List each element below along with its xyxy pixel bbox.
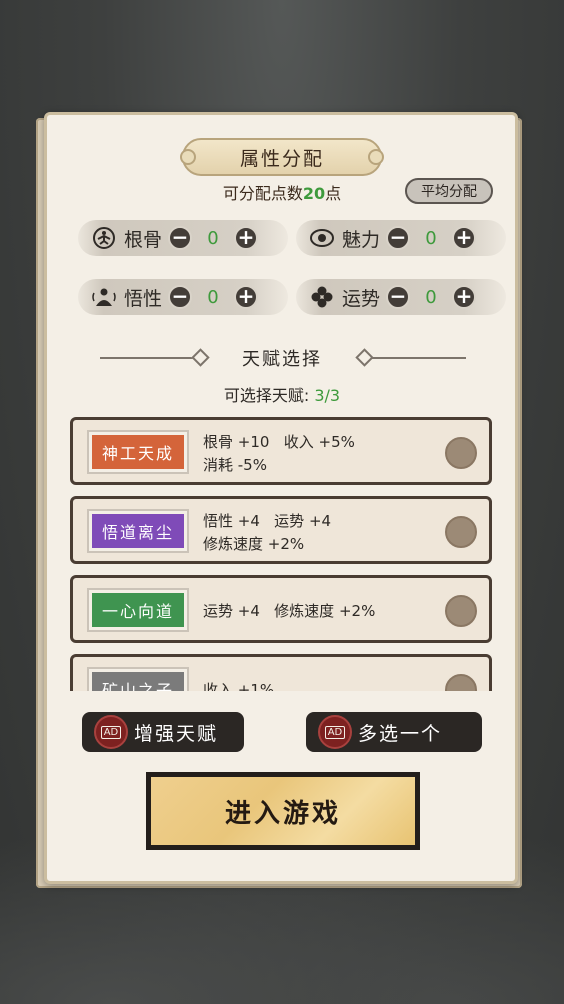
decrease-button[interactable]: − <box>168 285 192 309</box>
divider-right <box>372 357 466 359</box>
increase-button[interactable]: + <box>452 226 476 250</box>
talent-effect-line: 消耗 -5% <box>203 456 267 474</box>
talent-section-title: 天赋选择 <box>242 349 322 370</box>
ad-video-icon: AD <box>94 715 128 749</box>
talent-name-badge: 矿山之子 <box>87 667 189 691</box>
average-distribute-button[interactable]: 平均分配 <box>405 178 493 204</box>
decrease-button[interactable]: − <box>386 285 410 309</box>
stat-value: 0 <box>425 227 437 249</box>
enter-game-label: 进入游戏 <box>151 777 415 845</box>
plaque-knob-right <box>368 149 384 165</box>
eye-icon <box>308 224 336 252</box>
stat-wuxing: 悟性 − 0 + <box>78 279 288 315</box>
extra-pick-ad-button[interactable]: AD 多选一个 <box>306 712 486 752</box>
talent-description: 收入 +1% <box>203 679 433 691</box>
talent-list[interactable]: 神工天成 根骨 +10 收入 +5% 消耗 -5% 悟道离尘 悟性 +4 运势 … <box>70 415 494 691</box>
points-value: 20 <box>302 184 326 203</box>
page-title: 属性分配 <box>239 147 324 170</box>
clover-icon <box>308 283 336 311</box>
talent-count-value: 3/3 <box>314 386 341 405</box>
talent-select-toggle[interactable] <box>445 595 477 627</box>
decrease-button[interactable]: − <box>168 226 192 250</box>
talent-card[interactable]: 矿山之子 收入 +1% <box>70 654 492 691</box>
talent-description: 运势 +4 修炼速度 +2% <box>203 600 433 623</box>
stat-yunshi: 运势 − 0 + <box>296 279 506 315</box>
decrease-button[interactable]: − <box>386 226 410 250</box>
sage-icon <box>90 283 118 311</box>
ad-button-label: 增强天赋 <box>134 722 219 745</box>
talent-effect-line: 运势 +4 修炼速度 +2% <box>203 602 376 620</box>
stat-meili: 魅力 − 0 + <box>296 220 506 256</box>
stat-value: 0 <box>207 286 219 308</box>
talent-select-toggle[interactable] <box>445 674 477 691</box>
stat-label: 运势 <box>342 287 381 310</box>
increase-button[interactable]: + <box>234 226 258 250</box>
talent-description: 根骨 +10 收入 +5% 消耗 -5% <box>203 431 433 477</box>
stat-value: 0 <box>207 227 219 249</box>
stat-gengu: 根骨 − 0 + <box>78 220 288 256</box>
stat-label: 魅力 <box>342 228 381 251</box>
increase-button[interactable]: + <box>452 285 476 309</box>
enter-game-button[interactable]: 进入游戏 <box>146 772 420 850</box>
talent-description: 悟性 +4 运势 +4 修炼速度 +2% <box>203 510 433 556</box>
talent-effect-line: 收入 +1% <box>203 681 275 691</box>
points-prefix: 可分配点数 <box>222 184 303 203</box>
talent-card[interactable]: 神工天成 根骨 +10 收入 +5% 消耗 -5% <box>70 417 492 485</box>
talent-card[interactable]: 一心向道 运势 +4 修炼速度 +2% <box>70 575 492 643</box>
enhance-talent-ad-button[interactable]: AD 增强天赋 <box>82 712 252 752</box>
talent-card[interactable]: 悟道离尘 悟性 +4 运势 +4 修炼速度 +2% <box>70 496 492 564</box>
stat-label: 根骨 <box>124 228 163 251</box>
talent-count: 可选择天赋: 3/3 <box>0 382 564 406</box>
title-plaque: 属性分配 <box>180 138 384 176</box>
meditation-figure-icon <box>90 224 118 252</box>
stat-label: 悟性 <box>124 287 163 310</box>
increase-button[interactable]: + <box>234 285 258 309</box>
talent-name-badge: 神工天成 <box>87 430 189 474</box>
talent-select-toggle[interactable] <box>445 516 477 548</box>
ad-video-icon: AD <box>318 715 352 749</box>
ad-button-label: 多选一个 <box>358 722 443 745</box>
stat-value: 0 <box>425 286 437 308</box>
talent-effect-line: 根骨 +10 收入 +5% <box>203 433 355 451</box>
points-suffix: 点 <box>325 184 342 203</box>
talent-name-badge: 悟道离尘 <box>87 509 189 553</box>
talent-effect-line: 修炼速度 +2% <box>203 535 305 553</box>
talent-select-toggle[interactable] <box>445 437 477 469</box>
talent-name-badge: 一心向道 <box>87 588 189 632</box>
plaque-knob-left <box>180 149 196 165</box>
talent-count-label: 可选择天赋: <box>223 386 315 405</box>
talent-effect-line: 悟性 +4 运势 +4 <box>203 512 332 530</box>
